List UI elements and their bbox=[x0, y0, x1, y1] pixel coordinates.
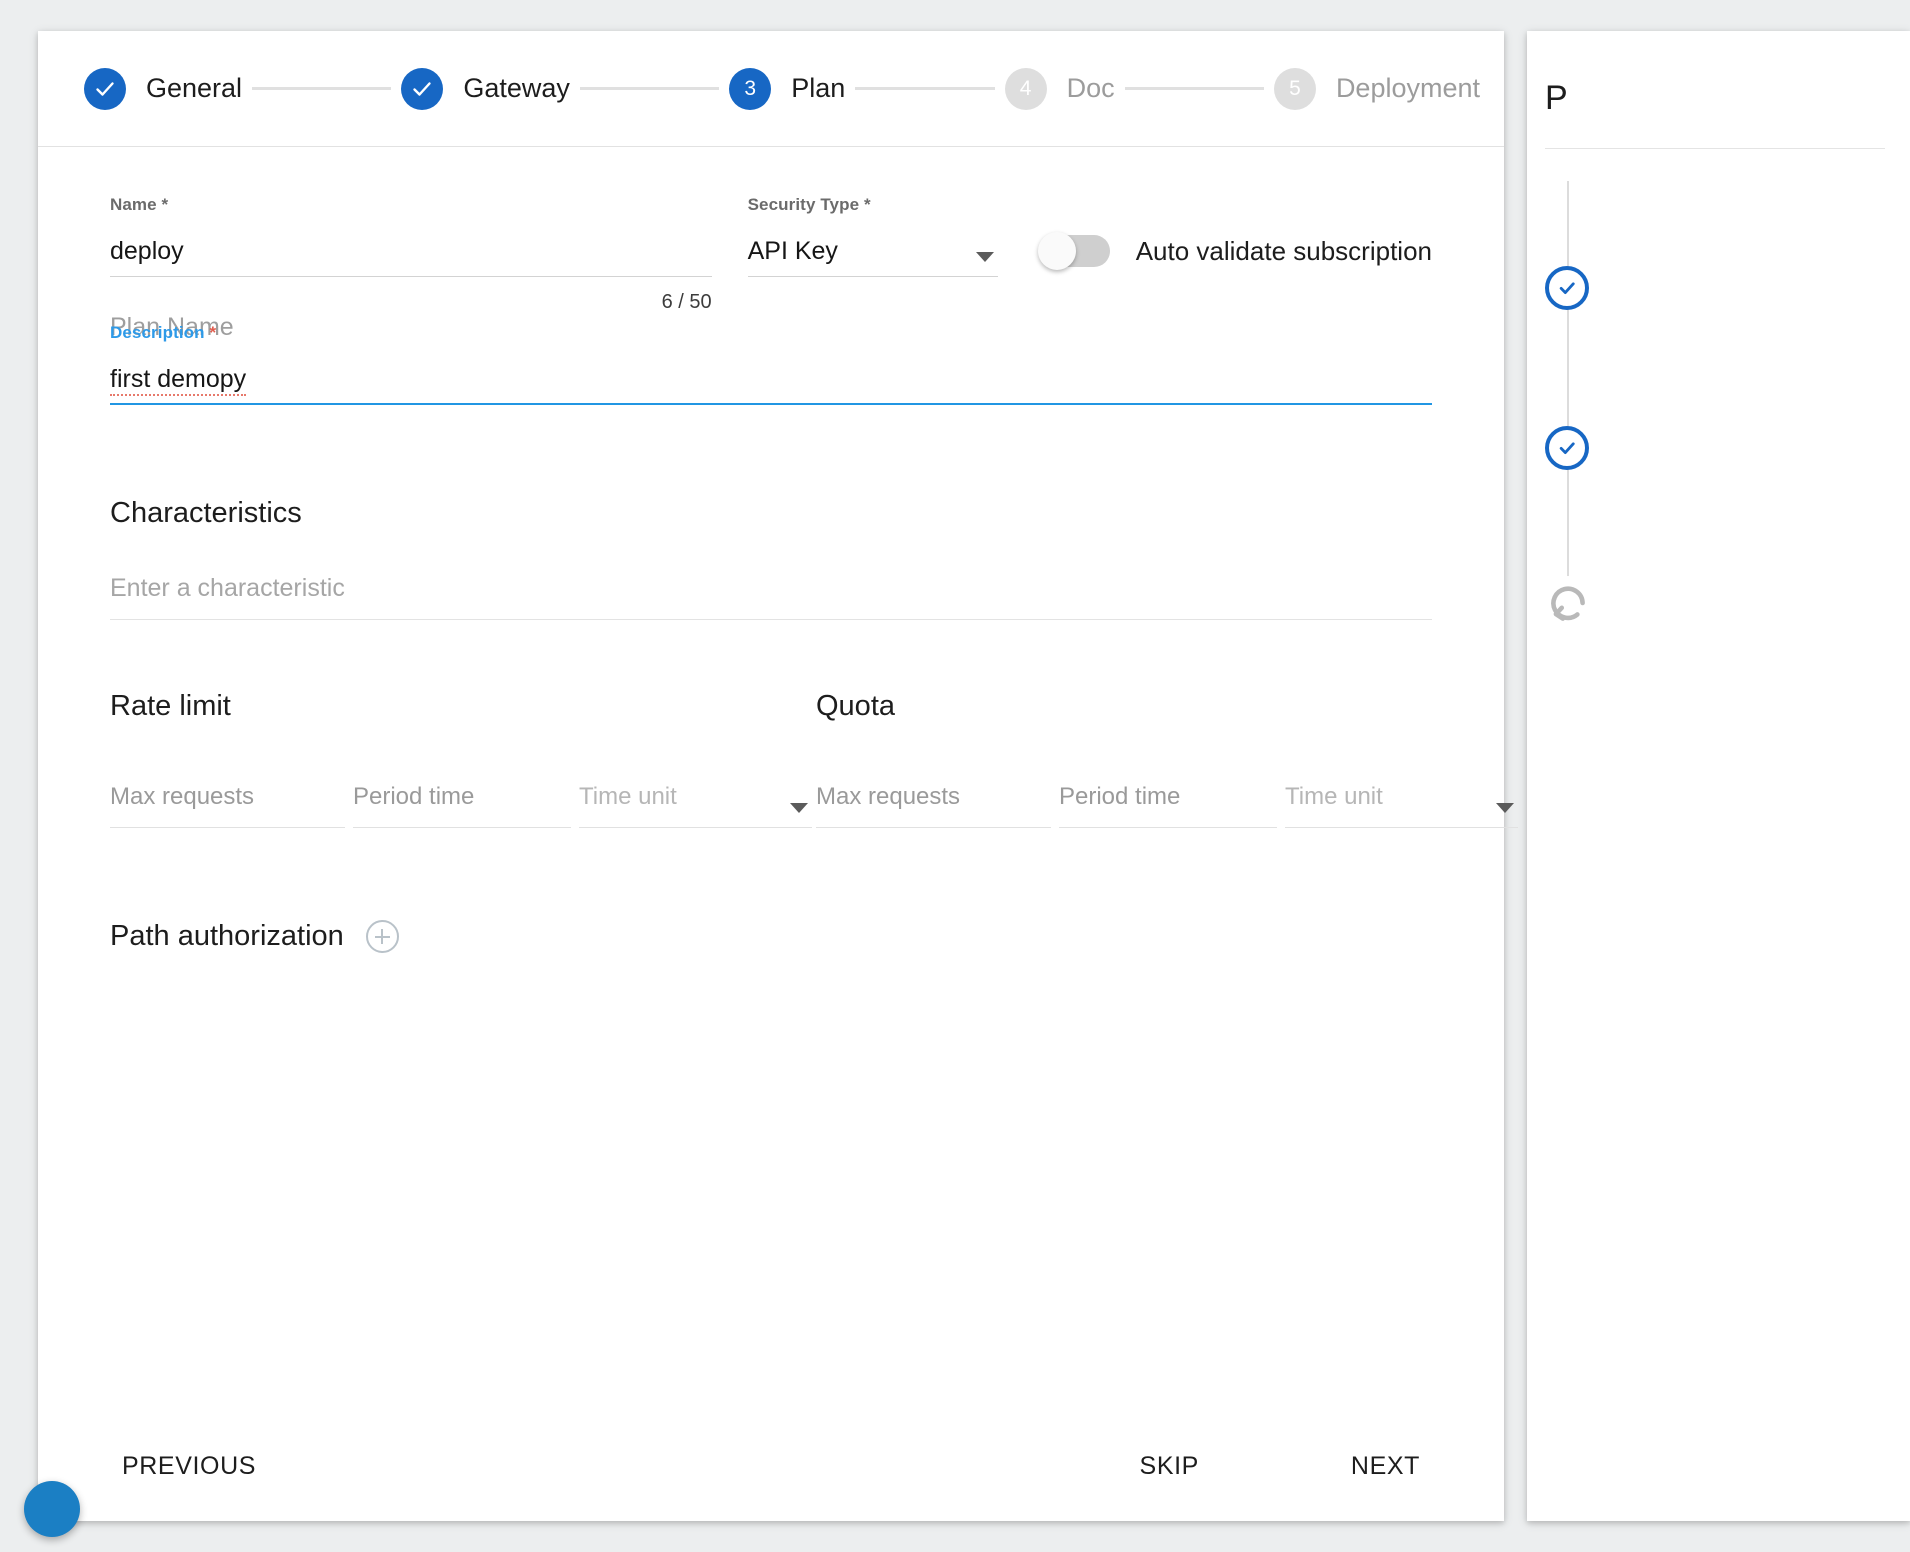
plan-wizard-card: General Gateway 3 Plan 4 Doc 5 Deploymen… bbox=[24, 31, 1518, 1537]
check-icon bbox=[1559, 282, 1575, 294]
auto-validate-toggle[interactable] bbox=[1037, 232, 1110, 270]
side-panel-divider bbox=[1545, 148, 1885, 149]
step-3-number: 3 bbox=[744, 76, 757, 100]
name-label: Name * bbox=[110, 195, 169, 214]
quota-group: Quota Max requests Period time Time unit bbox=[816, 690, 1518, 828]
form-row-primary: Name * deploy 6 / 50 Plan Name Security … bbox=[110, 195, 1432, 341]
quota-time-unit-value: Time unit bbox=[1285, 783, 1383, 810]
rate-limit-time-unit-select[interactable]: Time unit bbox=[579, 783, 812, 828]
step-connector-3 bbox=[855, 87, 995, 90]
rate-limit-title: Rate limit bbox=[110, 690, 231, 722]
chevron-down-icon bbox=[1496, 803, 1514, 813]
description-label: Description * bbox=[110, 323, 217, 342]
security-type-group: Security Type * API Key bbox=[747, 195, 998, 277]
name-field-group: Name * deploy 6 / 50 Plan Name bbox=[110, 195, 712, 341]
quota-period-time-input[interactable]: Period time bbox=[1059, 783, 1277, 828]
step-5-label: Deployment bbox=[1335, 73, 1481, 103]
step-1-label: General bbox=[146, 73, 243, 103]
path-authorization-title: Path authorization bbox=[110, 920, 344, 952]
required-asterisk: * bbox=[863, 195, 871, 214]
quota-max-requests-input[interactable]: Max requests bbox=[816, 783, 1051, 828]
description-field-group: Description * first demopy bbox=[110, 323, 1432, 405]
quota-time-unit-select[interactable]: Time unit bbox=[1285, 783, 1518, 828]
plus-circle-icon[interactable] bbox=[365, 920, 399, 953]
description-input[interactable]: first demopy bbox=[110, 365, 1432, 405]
required-asterisk: * bbox=[161, 195, 169, 214]
rate-limit-fields: Max requests Period time Time unit bbox=[110, 783, 812, 828]
step-3-label: Plan bbox=[791, 73, 846, 103]
quota-title: Quota bbox=[816, 690, 895, 722]
chevron-down-icon bbox=[975, 252, 994, 262]
step-connector-2 bbox=[579, 87, 720, 90]
check-icon bbox=[1559, 442, 1575, 454]
wizard-stepper: General Gateway 3 Plan 4 Doc 5 Deploymen… bbox=[38, 31, 1504, 147]
security-type-value: API Key bbox=[747, 237, 838, 265]
side-panel-title: P bbox=[1545, 79, 1568, 117]
side-panel: P bbox=[1527, 31, 1910, 1521]
description-value: first demopy bbox=[110, 365, 247, 396]
chevron-down-icon bbox=[790, 803, 808, 813]
characteristics-section: Characteristics Enter a characteristic bbox=[110, 497, 1432, 620]
floating-action-bubble[interactable] bbox=[24, 1481, 80, 1537]
refresh-icon[interactable] bbox=[1541, 576, 1595, 630]
path-authorization-section: Path authorization bbox=[110, 920, 1432, 953]
limits-section: Rate limit Max requests Period time Time… bbox=[110, 690, 1518, 828]
rate-limit-period-time-input[interactable]: Period time bbox=[353, 783, 571, 828]
characteristics-title: Characteristics bbox=[110, 497, 302, 529]
rate-limit-time-unit-value: Time unit bbox=[579, 783, 677, 810]
app-root: General Gateway 3 Plan 4 Doc 5 Deploymen… bbox=[0, 0, 1910, 1552]
step-2-indicator bbox=[401, 67, 444, 110]
skip-button[interactable]: SKIP bbox=[1128, 1442, 1211, 1491]
rate-limit-max-requests-input[interactable]: Max requests bbox=[110, 783, 345, 828]
side-panel-rail bbox=[1567, 181, 1569, 611]
step-5-number: 5 bbox=[1289, 76, 1301, 100]
step-1-indicator bbox=[84, 67, 126, 110]
step-4-indicator: 4 bbox=[1004, 67, 1047, 110]
step-4-number: 4 bbox=[1019, 76, 1032, 100]
step-3-indicator: 3 bbox=[729, 67, 772, 110]
quota-fields: Max requests Period time Time unit bbox=[816, 783, 1518, 828]
security-type-select[interactable]: API Key bbox=[747, 237, 998, 277]
step-plan[interactable]: 3 Plan bbox=[729, 67, 846, 110]
step-2-label: Gateway bbox=[463, 73, 570, 103]
security-type-label: Security Type * bbox=[747, 195, 871, 214]
step-deployment[interactable]: 5 Deployment bbox=[1273, 67, 1481, 110]
check-circle-icon[interactable] bbox=[1545, 426, 1589, 470]
required-asterisk: * bbox=[209, 323, 217, 342]
check-icon bbox=[96, 81, 114, 96]
next-button[interactable]: NEXT bbox=[1339, 1442, 1432, 1491]
step-doc[interactable]: 4 Doc bbox=[1004, 67, 1115, 110]
step-4-label: Doc bbox=[1066, 73, 1115, 103]
auto-validate-group: Auto validate subscription bbox=[1037, 195, 1432, 270]
rate-limit-group: Rate limit Max requests Period time Time… bbox=[110, 690, 812, 828]
wizard-footer: PREVIOUS SKIP NEXT bbox=[38, 1411, 1504, 1521]
toggle-knob bbox=[1037, 232, 1076, 270]
step-gateway[interactable]: Gateway bbox=[401, 67, 570, 110]
check-icon bbox=[413, 81, 432, 96]
step-5-indicator: 5 bbox=[1273, 67, 1316, 110]
step-general[interactable]: General bbox=[84, 67, 243, 110]
characteristic-input[interactable]: Enter a characteristic bbox=[110, 574, 1432, 620]
wizard-body: Name * deploy 6 / 50 Plan Name Security … bbox=[38, 147, 1518, 1411]
check-circle-icon[interactable] bbox=[1545, 266, 1589, 310]
auto-validate-label: Auto validate subscription bbox=[1135, 235, 1432, 266]
step-connector-1 bbox=[252, 87, 392, 90]
previous-button[interactable]: PREVIOUS bbox=[110, 1442, 268, 1491]
step-connector-4 bbox=[1124, 87, 1264, 90]
name-input[interactable]: deploy bbox=[110, 237, 712, 277]
name-char-counter: 6 / 50 bbox=[661, 291, 712, 313]
